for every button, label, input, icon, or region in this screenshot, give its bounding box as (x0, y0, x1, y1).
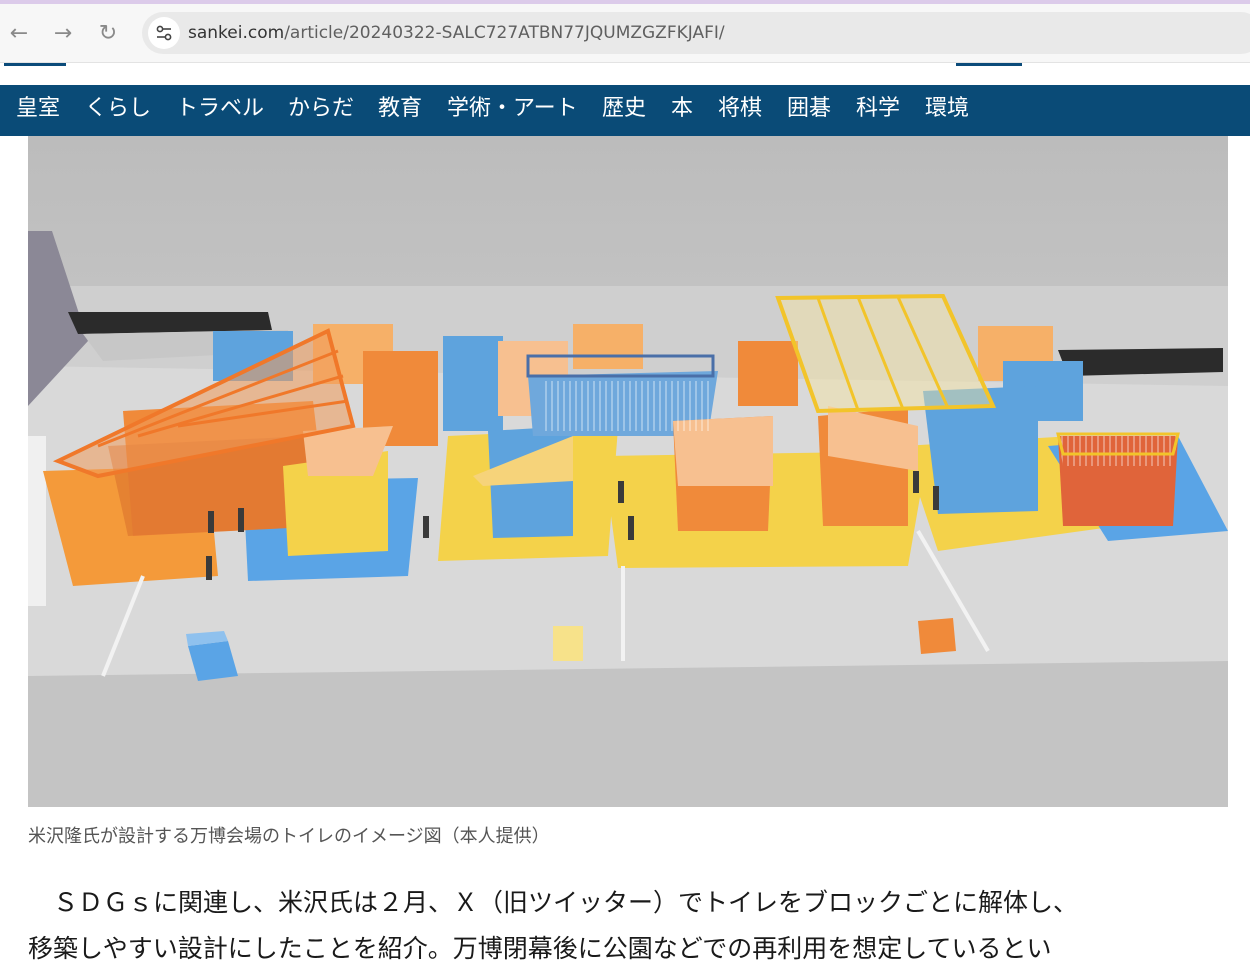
article-paragraph-line: 移築しやすい設計にしたことを紹介。万博閉幕後に公園などでの再利用を想定していると… (28, 934, 1052, 963)
nav-item-imperial[interactable]: 皇室 (16, 95, 60, 123)
nav-item-books[interactable]: 本 (671, 95, 693, 123)
nav-item-history[interactable]: 歴史 (602, 95, 646, 123)
nav-item-shogi[interactable]: 将棋 (718, 95, 762, 123)
browser-toolbar: ← → ↻ sankei.com/article/20240322-SALC72… (0, 4, 1250, 63)
address-bar[interactable]: sankei.com/article/20240322-SALC727ATBN7… (142, 12, 1250, 54)
image-caption: 米沢隆氏が設計する万博会場のトイレのイメージ図（本人提供） (28, 826, 550, 847)
site-header-remnant (0, 63, 1250, 85)
article-paragraph-line: ＳＤＧｓに関連し、米沢氏は２月、Ｘ（旧ツイッター）でトイレをブロックごとに解体し… (28, 888, 1079, 917)
nav-item-living[interactable]: くらし (85, 95, 151, 123)
nav-item-travel[interactable]: トラベル (176, 95, 264, 123)
url-text[interactable]: sankei.com/article/20240322-SALC727ATBN7… (188, 23, 725, 43)
nav-item-science[interactable]: 科学 (856, 95, 900, 123)
nav-item-go[interactable]: 囲碁 (787, 95, 831, 123)
reload-icon[interactable]: ↻ (92, 18, 124, 50)
header-divider (956, 63, 1022, 66)
nav-item-environment[interactable]: 環境 (925, 95, 969, 123)
nav-item-academia-art[interactable]: 学術・アート (447, 95, 578, 123)
nav-item-health[interactable]: からだ (288, 95, 354, 123)
header-divider (4, 63, 66, 66)
category-nav: 皇室 くらし トラベル からだ 教育 学術・アート 歴史 本 将棋 囲碁 科学 … (0, 85, 1250, 136)
url-path: /article/20240322-SALC727ATBN77JQUMZGZFK… (284, 23, 725, 43)
expo-toilet-rendering-image (28, 136, 1228, 807)
forward-icon[interactable]: → (47, 18, 79, 50)
article-body: ＳＤＧｓに関連し、米沢氏は２月、Ｘ（旧ツイッター）でトイレをブロックごとに解体し… (28, 880, 1228, 972)
back-icon[interactable]: ← (3, 18, 35, 50)
url-domain: sankei.com (188, 23, 285, 43)
site-settings-icon[interactable] (148, 17, 180, 49)
nav-item-education[interactable]: 教育 (378, 95, 422, 123)
